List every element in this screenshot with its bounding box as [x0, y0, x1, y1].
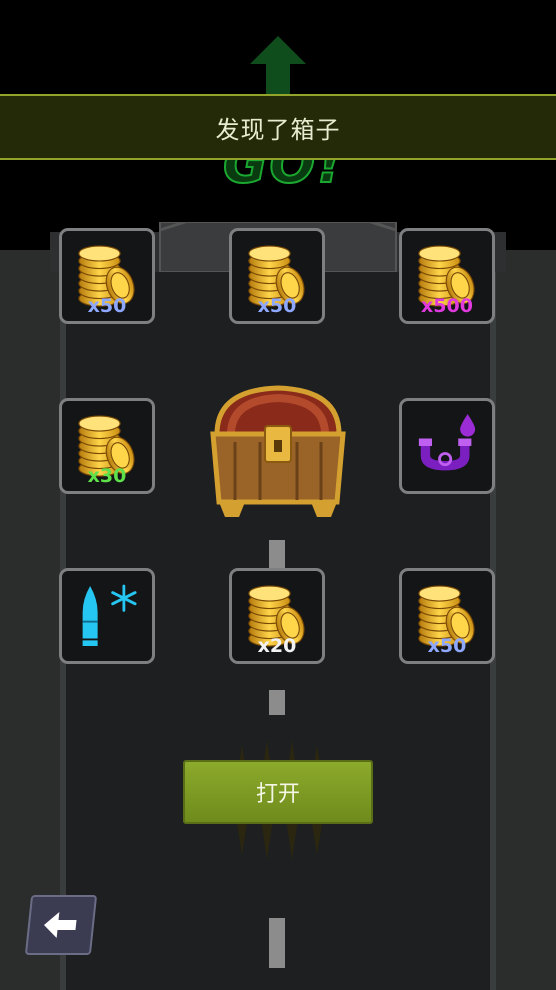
reward-quantity: x50	[257, 295, 297, 317]
reward-slot[interactable]: x50	[399, 568, 495, 664]
reward-quantity: x20	[257, 635, 297, 657]
reward-slot[interactable]: x30	[59, 398, 155, 494]
reward-slot[interactable]: x50	[59, 228, 155, 324]
treasure-chest-icon	[210, 385, 346, 517]
reward-slot[interactable]	[399, 398, 495, 494]
back-arrow-icon	[44, 912, 77, 938]
found-box-banner: 发现了箱子	[0, 94, 556, 160]
banner-title: 发现了箱子	[215, 115, 341, 144]
right-wall	[490, 250, 556, 990]
reward-slot[interactable]: x20	[229, 568, 325, 664]
reward-slot[interactable]: x50	[229, 228, 325, 324]
reward-slot[interactable]	[59, 568, 155, 664]
open-button-label: 打开	[255, 782, 300, 807]
reward-quantity: x30	[87, 465, 127, 487]
purple-magnet-drop-icon	[418, 414, 476, 471]
back-button[interactable]	[24, 895, 98, 955]
left-wall	[0, 250, 66, 990]
reward-quantity: x50	[427, 635, 467, 657]
ice-bullet-icon	[82, 584, 137, 646]
lane-marking	[269, 690, 285, 715]
reward-quantity: x50	[87, 295, 127, 317]
open-button[interactable]: 打开	[183, 760, 373, 824]
reward-quantity: x500	[421, 295, 473, 317]
reward-slot[interactable]: x500	[399, 228, 495, 324]
lane-marking	[269, 918, 285, 968]
